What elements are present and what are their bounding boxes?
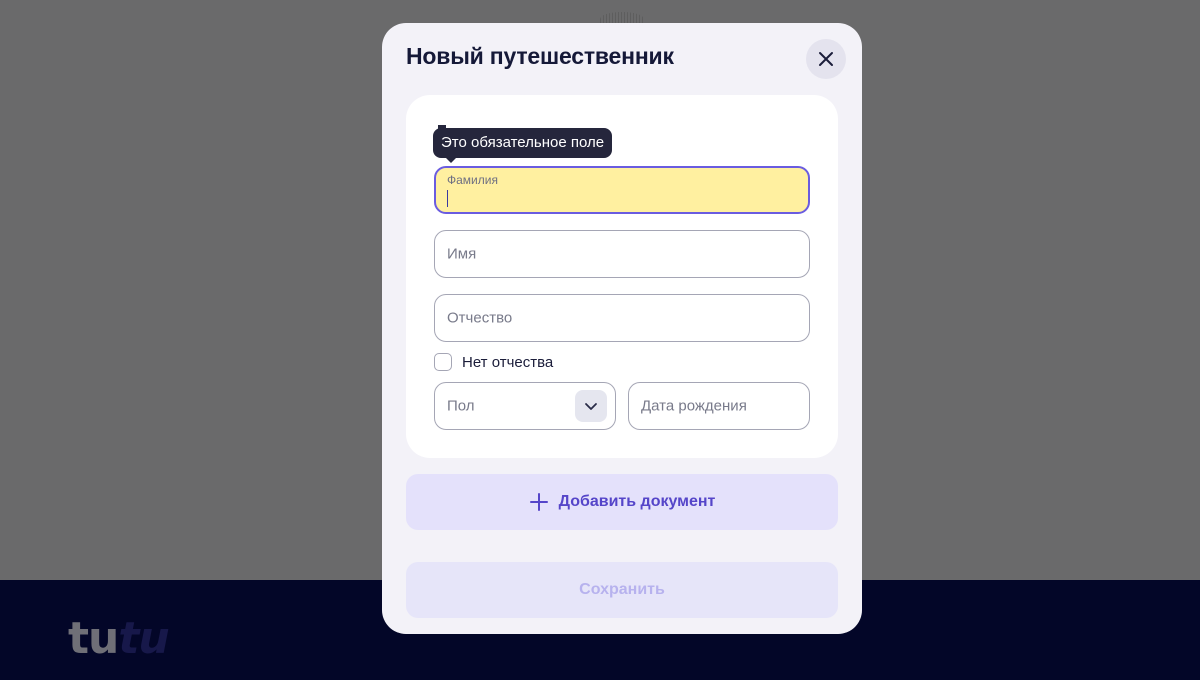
text-caret — [447, 190, 448, 207]
birthdate-placeholder: Дата рождения — [641, 397, 747, 415]
plus-icon — [529, 493, 548, 511]
close-icon — [819, 52, 833, 66]
birthdate-field[interactable]: Дата рождения — [628, 382, 810, 430]
modal-title: Новый путешественник — [406, 43, 674, 69]
gender-dropdown-toggle[interactable] — [575, 390, 607, 422]
patronymic-placeholder: Отчество — [447, 309, 513, 327]
name-field[interactable]: Имя — [434, 230, 810, 278]
save-label: Сохранить — [579, 581, 665, 598]
name-placeholder: Имя — [447, 245, 477, 263]
tooltip-text: Это обязательное поле — [441, 134, 605, 151]
required-field-tooltip: Это обязательное поле — [433, 128, 613, 163]
traveler-form-card: Это обязательное поле Фамилия Имя Отчест… — [406, 95, 838, 458]
add-document-label: Добавить документ — [558, 493, 716, 510]
new-traveler-modal: Новый путешественник Это обязательное по… — [382, 23, 862, 634]
no-patronymic-checkbox[interactable] — [434, 353, 452, 371]
tooltip-arrow — [445, 157, 457, 163]
logo-part-2: tu — [118, 613, 169, 664]
tutu-logo: tutu — [68, 613, 170, 664]
close-button[interactable] — [806, 39, 846, 79]
surname-field[interactable]: Фамилия — [434, 166, 810, 214]
save-button[interactable]: Сохранить — [406, 562, 838, 618]
logo-part-1: tu — [68, 613, 119, 664]
gender-select[interactable]: Пол — [434, 382, 616, 430]
add-document-button[interactable]: Добавить документ — [406, 474, 838, 530]
gender-placeholder: Пол — [447, 397, 475, 415]
patronymic-field[interactable]: Отчество — [434, 294, 810, 342]
chevron-down-icon — [585, 403, 597, 410]
no-patronymic-row[interactable]: Нет отчества — [434, 352, 553, 372]
surname-label: Фамилия — [447, 173, 498, 187]
no-patronymic-label[interactable]: Нет отчества — [462, 354, 553, 371]
